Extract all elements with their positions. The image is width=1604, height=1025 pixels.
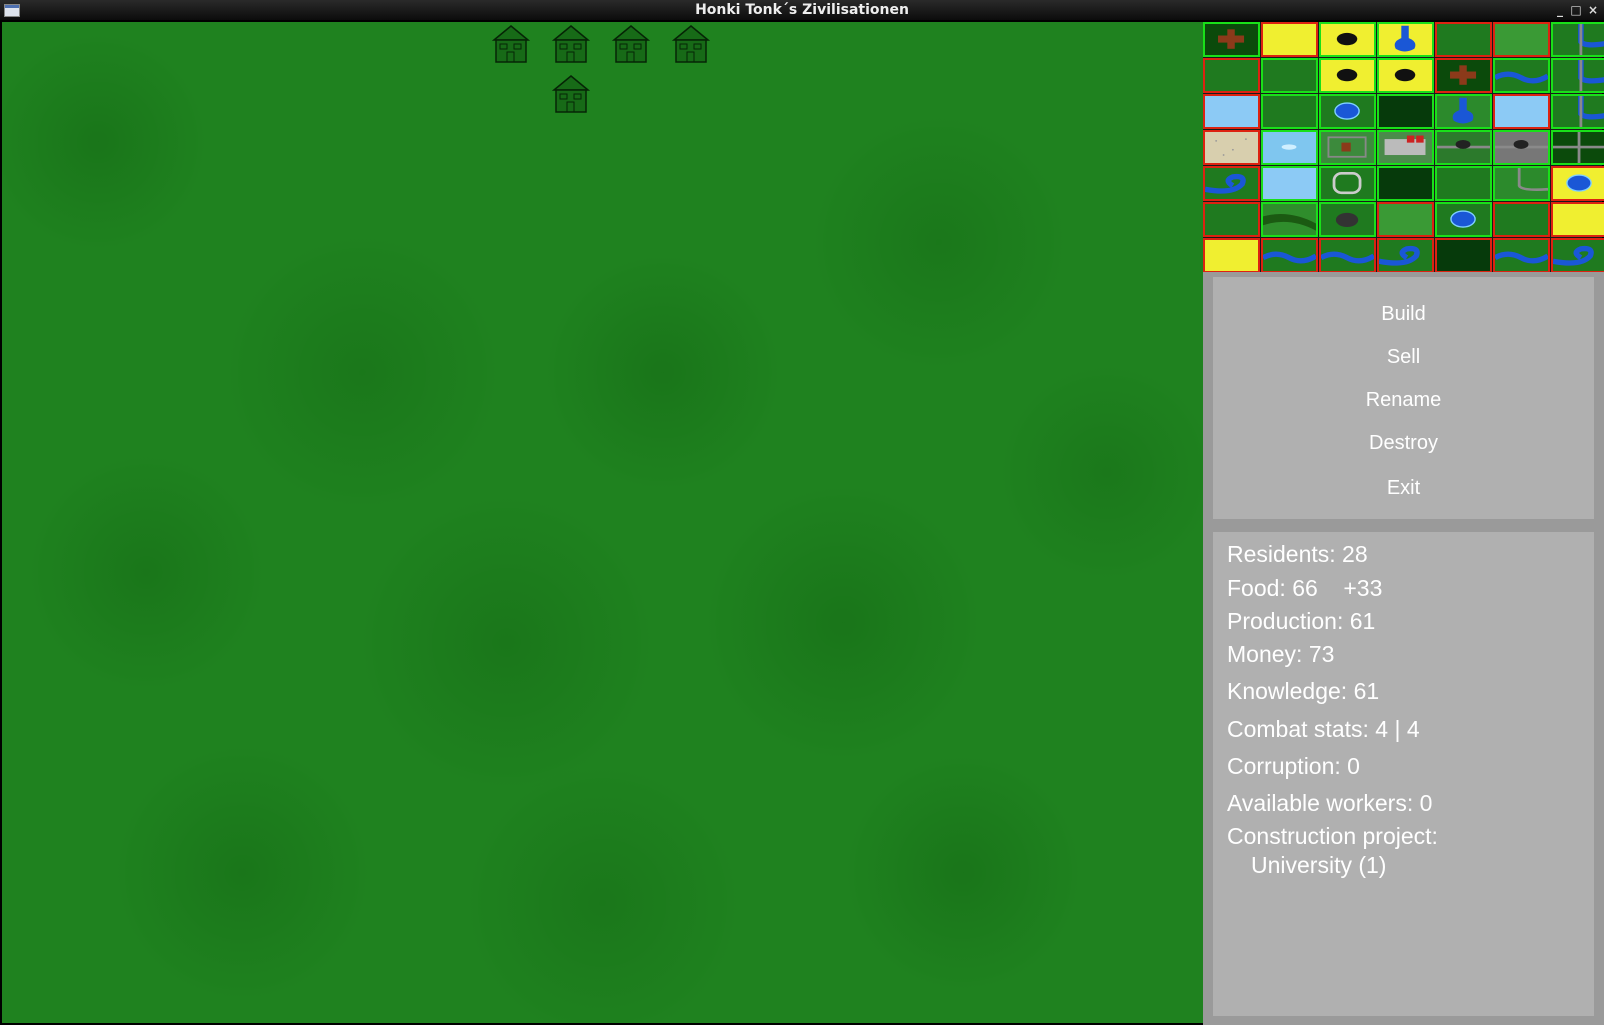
construction-label: Construction project: bbox=[1227, 823, 1438, 849]
minimap-tile-mine-rock[interactable] bbox=[1493, 130, 1550, 165]
city-stats-panel: Residents: 28 Food: 66 +33 Production: 6… bbox=[1213, 532, 1594, 1016]
minimap-tile-dark[interactable] bbox=[1377, 166, 1434, 201]
minimap-tile-sand-light[interactable] bbox=[1203, 130, 1260, 165]
combat-stat: Combat stats: 4 | 4 bbox=[1227, 716, 1420, 742]
minimap-tile-sand[interactable] bbox=[1551, 202, 1604, 237]
rename-button[interactable]: Rename bbox=[1213, 383, 1594, 417]
corruption-stat: Corruption: 0 bbox=[1227, 753, 1360, 779]
knowledge-stat: Knowledge: 61 bbox=[1227, 678, 1380, 704]
minimap-tile-cross-road[interactable] bbox=[1435, 58, 1492, 93]
minimap-tile-mountain[interactable] bbox=[1319, 202, 1376, 237]
minimap-tile-water-light[interactable] bbox=[1261, 166, 1318, 201]
maximize-button[interactable]: □ bbox=[1568, 1, 1584, 19]
minimap-tile-oil-sand[interactable] bbox=[1319, 58, 1376, 93]
close-button[interactable]: × bbox=[1585, 1, 1601, 19]
minimap-tile-lake-sand[interactable] bbox=[1377, 22, 1434, 57]
title-bar[interactable]: Honki Tonk´s Zivilisationen _ □ × bbox=[0, 0, 1604, 20]
minimap-tile-mine-road[interactable] bbox=[1435, 130, 1492, 165]
minimap-tile-oil[interactable] bbox=[1319, 22, 1376, 57]
minimap-tile-grass-light[interactable] bbox=[1377, 202, 1434, 237]
minimap[interactable] bbox=[1203, 22, 1604, 273]
minimap-tile-grass[interactable] bbox=[1435, 166, 1492, 201]
minimap-tile-water-light[interactable] bbox=[1203, 94, 1260, 129]
minimap-tile-river[interactable] bbox=[1493, 238, 1550, 273]
minimap-tile-grass-light[interactable] bbox=[1493, 22, 1550, 57]
minimap-tile-ring[interactable] bbox=[1319, 166, 1376, 201]
house-icon[interactable] bbox=[551, 74, 591, 114]
game-map[interactable] bbox=[2, 22, 1203, 1023]
minimap-tile-oil[interactable] bbox=[1377, 58, 1434, 93]
minimap-tile-pond-road[interactable] bbox=[1435, 94, 1492, 129]
minimap-tile-water-light[interactable] bbox=[1493, 94, 1550, 129]
food-stat: Food: 66 +33 bbox=[1227, 575, 1383, 601]
minimap-tile-river-corner-own[interactable] bbox=[1551, 22, 1604, 57]
minimap-tile-river[interactable] bbox=[1493, 58, 1550, 93]
house-icon[interactable] bbox=[611, 24, 651, 64]
window-icon[interactable] bbox=[4, 4, 20, 17]
residents-stat: Residents: 28 bbox=[1227, 541, 1368, 567]
minimap-tile-grass[interactable] bbox=[1493, 202, 1550, 237]
build-button[interactable]: Build bbox=[1213, 297, 1594, 331]
minimap-tile-grass[interactable] bbox=[1261, 94, 1318, 129]
construction-value: University (1) bbox=[1251, 852, 1387, 878]
minimap-tile-sand[interactable] bbox=[1203, 238, 1260, 273]
minimap-tile-road-cross[interactable] bbox=[1551, 130, 1604, 165]
minimap-tile-river-road[interactable] bbox=[1551, 58, 1604, 93]
minimap-tile-factory[interactable] bbox=[1377, 130, 1434, 165]
minimap-tile-river-end[interactable] bbox=[1551, 94, 1604, 129]
minimap-tile-farm[interactable] bbox=[1319, 130, 1376, 165]
house-icon[interactable] bbox=[551, 24, 591, 64]
minimap-tile-grass[interactable] bbox=[1435, 22, 1492, 57]
exit-button[interactable]: Exit bbox=[1213, 471, 1594, 505]
house-icon[interactable] bbox=[671, 24, 711, 64]
minimap-tile-fish[interactable] bbox=[1261, 130, 1318, 165]
minimap-tile-grass[interactable] bbox=[1203, 202, 1260, 237]
money-stat: Money: 73 bbox=[1227, 641, 1335, 667]
house-icon[interactable] bbox=[491, 24, 531, 64]
minimap-tile-river-curve[interactable] bbox=[1551, 238, 1604, 273]
minimap-tile-river-curve[interactable] bbox=[1377, 238, 1434, 273]
action-panel: Build Sell Rename Destroy Exit bbox=[1213, 277, 1594, 519]
minimap-tile-river-curve[interactable] bbox=[1203, 166, 1260, 201]
window-title: Honki Tonk´s Zivilisationen bbox=[695, 2, 909, 18]
minimize-button[interactable]: _ bbox=[1552, 1, 1568, 19]
sell-button[interactable]: Sell bbox=[1213, 340, 1594, 374]
minimap-tile-river[interactable] bbox=[1319, 238, 1376, 273]
minimap-tile-cross-own[interactable] bbox=[1203, 22, 1260, 57]
minimap-tile-dark[interactable] bbox=[1435, 238, 1492, 273]
destroy-button[interactable]: Destroy bbox=[1213, 426, 1594, 460]
minimap-tile-swamp[interactable] bbox=[1261, 202, 1318, 237]
minimap-tile-grass[interactable] bbox=[1203, 58, 1260, 93]
minimap-tile-river[interactable] bbox=[1261, 238, 1318, 273]
minimap-tile-pond-sand[interactable] bbox=[1551, 166, 1604, 201]
minimap-tile-sand[interactable] bbox=[1261, 22, 1318, 57]
minimap-tile-road-bend[interactable] bbox=[1493, 166, 1550, 201]
minimap-tile-pond[interactable] bbox=[1319, 94, 1376, 129]
workers-stat: Available workers: 0 bbox=[1227, 790, 1433, 816]
minimap-tile-pond-dark[interactable] bbox=[1435, 202, 1492, 237]
minimap-tile-dark[interactable] bbox=[1377, 94, 1434, 129]
production-stat: Production: 61 bbox=[1227, 608, 1376, 634]
minimap-tile-grass[interactable] bbox=[1261, 58, 1318, 93]
